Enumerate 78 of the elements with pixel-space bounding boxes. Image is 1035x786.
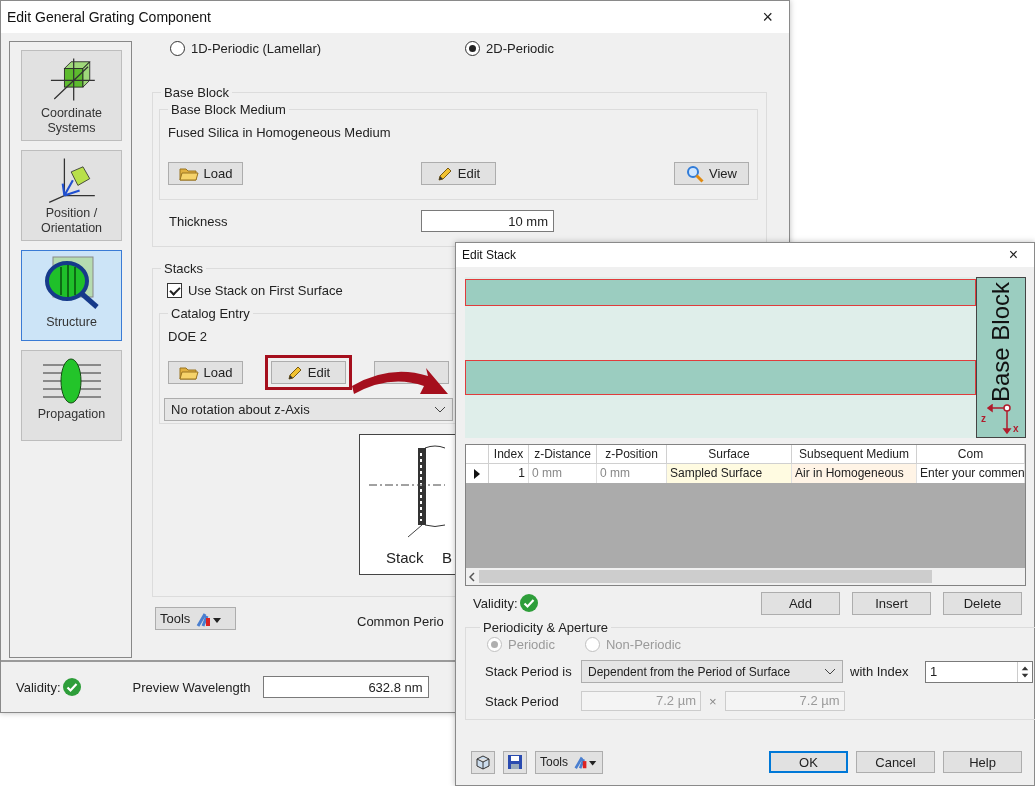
window-title: Edit Stack <box>462 248 517 262</box>
close-button[interactable]: × <box>998 246 1028 264</box>
edit-button[interactable]: Edit <box>421 162 496 185</box>
index-spinner[interactable]: 1 <box>925 660 1033 683</box>
checkbox[interactable] <box>167 283 182 298</box>
edit-button[interactable]: Edit <box>271 361 346 384</box>
catalog-entry-name: DOE 2 <box>168 329 208 344</box>
close-button[interactable]: × <box>752 6 783 28</box>
validity-label: Validity: <box>473 595 518 611</box>
axis-label: x <box>1013 424 1019 434</box>
thickness-field[interactable]: 10 mm <box>421 210 554 232</box>
table-corner <box>466 445 489 464</box>
radio-option[interactable]: 1D-Periodic (Lamellar) <box>170 41 322 56</box>
table-cell: 0 mm <box>597 464 667 483</box>
times-sign: × <box>709 693 717 709</box>
magnifier-icon <box>686 164 704 183</box>
folder-icon <box>178 165 199 182</box>
pencil-icon <box>286 364 303 381</box>
table-action-button[interactable]: Add <box>761 591 840 615</box>
sidebar-item[interactable]: Structure <box>21 250 122 341</box>
window-title: Edit General Grating Component <box>7 9 211 25</box>
common-period-label: Common Perio <box>357 614 444 629</box>
group-title: Base Block <box>163 85 231 100</box>
checkbox-label: Use Stack on First Surface <box>188 283 343 298</box>
cube-icon <box>475 754 491 770</box>
load-button[interactable]: Load <box>168 162 243 185</box>
dialog-button[interactable]: Cancel <box>856 751 935 773</box>
view-button[interactable]: View <box>674 162 749 185</box>
medium-name: Fused Silica in Homogeneous Medium <box>168 125 392 140</box>
column-header[interactable]: Index <box>489 445 529 464</box>
chevron-down-icon <box>434 405 446 414</box>
column-header[interactable]: Subsequent Medium <box>792 445 917 464</box>
wavelength-field[interactable]: 632.8 nm <box>262 676 429 698</box>
tools-button[interactable]: Tools <box>535 750 603 774</box>
column-header[interactable]: Surface <box>667 445 792 464</box>
save-button[interactable] <box>503 750 527 774</box>
load-button[interactable]: Load <box>168 361 243 384</box>
dialog-button[interactable]: Help <box>943 751 1022 773</box>
table-cell: Sampled Surface <box>667 464 792 483</box>
view-3d-button[interactable] <box>471 750 495 774</box>
table-cell: 0 mm <box>529 464 597 483</box>
with-index-label: with Index <box>850 664 910 679</box>
scroll-left-icon <box>469 571 475 582</box>
lens-rays-icon <box>40 355 103 405</box>
base-block-label: Base Block <box>987 282 1015 403</box>
sidebar-item[interactable]: Propagation <box>21 350 122 441</box>
sidebar-item[interactable]: Position / Orientation <box>21 150 122 241</box>
group-title: Catalog Entry <box>170 306 251 321</box>
horizontal-scrollbar[interactable] <box>466 568 1025 585</box>
folder-icon <box>178 364 199 381</box>
group-title: Stacks <box>163 261 204 276</box>
column-header[interactable]: z-Distance <box>529 445 597 464</box>
table-action-button[interactable]: Insert <box>852 591 931 615</box>
wavelength-label: Preview Wavelength <box>132 679 251 695</box>
chevron-down-icon <box>824 667 836 676</box>
stack-period-is-label: Stack Period is <box>485 664 573 679</box>
validity-label: Validity: <box>16 679 61 695</box>
period-source-dropdown[interactable]: Dependent from the Period of Surface <box>581 660 843 683</box>
tools-button[interactable]: Tools <box>155 607 236 630</box>
radio-option[interactable]: 2D-Periodic <box>465 41 554 56</box>
column-header[interactable]: z-Position <box>597 445 667 464</box>
axis-label: z <box>981 414 986 424</box>
diagram-label: Stack <box>386 549 424 566</box>
diagram-label: B <box>442 549 452 566</box>
pencil-icon <box>436 165 453 182</box>
column-header[interactable]: Com <box>917 445 1025 464</box>
group-title: Periodicity & Aperture <box>482 620 609 635</box>
table-cell: Air in Homogeneous <box>792 464 917 483</box>
row-pointer-icon <box>474 468 480 479</box>
rotation-dropdown[interactable]: No rotation about z-Axis <box>164 398 453 421</box>
stack-period-label: Stack Period <box>485 693 560 709</box>
table-action-button[interactable]: Delete <box>943 591 1022 615</box>
dialog-button[interactable]: OK <box>769 751 848 773</box>
sidebar-item[interactable]: Coordinate Systems <box>21 50 122 141</box>
axes-icon <box>987 404 1013 434</box>
thickness-label: Thickness <box>169 213 229 229</box>
table-cell: Enter your commen <box>917 464 1025 483</box>
group-title: Base Block Medium <box>170 102 287 117</box>
